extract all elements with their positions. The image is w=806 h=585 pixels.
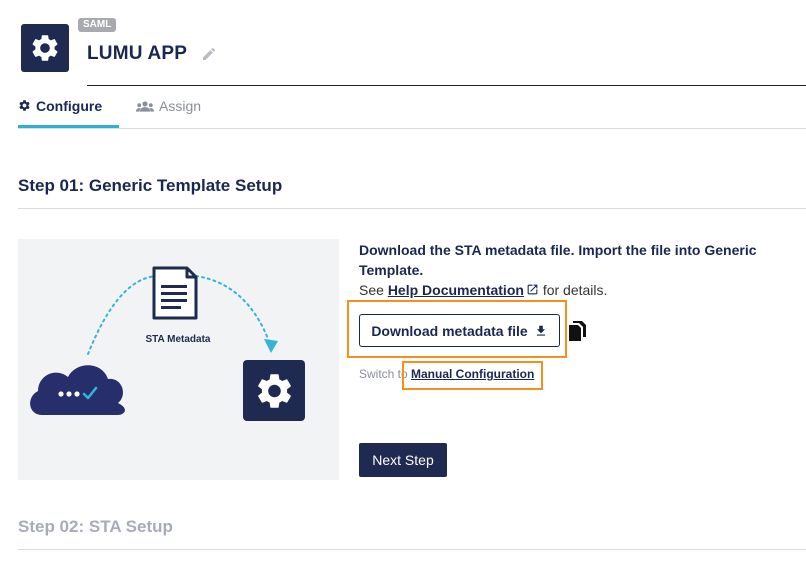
gear-icon [243, 360, 305, 421]
step2-divider [18, 549, 806, 550]
instruction-heading: Download the STA metadata file. Import t… [359, 242, 757, 278]
step1-title: Step 01: Generic Template Setup [18, 176, 283, 195]
external-link-icon[interactable] [526, 283, 539, 296]
help-suffix: for details. [542, 282, 608, 298]
arrow-head-icon [264, 339, 278, 353]
tab-configure-label: Configure [36, 97, 103, 114]
download-metadata-button[interactable]: Download metadata file [359, 314, 560, 347]
document-icon [152, 266, 198, 320]
help-link-label: Help Documentation [387, 282, 524, 298]
tab-bar: Configure Assign [18, 86, 806, 129]
see-prefix: See [359, 282, 384, 298]
instruction-text: Download the STA metadata file. Import t… [359, 240, 789, 300]
step2-title: Step 02: STA Setup [18, 517, 173, 536]
tab-assign-label: Assign [159, 98, 202, 114]
app-title: LUMU APP [87, 43, 188, 64]
illustration-label: STA Metadata [145, 334, 210, 345]
help-line: See Help Documentation for details. [359, 280, 789, 300]
next-step-label: Next Step [372, 452, 434, 468]
gear-icon [32, 35, 58, 61]
app-logo [21, 24, 69, 72]
users-icon [136, 100, 154, 112]
sta-metadata-illustration: STA Metadata [18, 239, 339, 480]
manual-configuration-link[interactable]: Manual Configuration [411, 367, 534, 381]
tab-configure[interactable]: Configure [18, 86, 119, 128]
help-documentation-link[interactable]: Help Documentation [388, 282, 524, 298]
switch-prefix: Switch to [359, 367, 408, 381]
gear-icon [19, 100, 30, 111]
app-header: SAML LUMU APP [21, 18, 806, 86]
tab-assign[interactable]: Assign [136, 86, 201, 126]
saml-badge: SAML [78, 18, 117, 32]
cloud-icon [30, 365, 125, 415]
step1-divider [18, 208, 806, 209]
pencil-icon[interactable] [201, 46, 217, 62]
copy-icon[interactable] [567, 320, 587, 342]
next-step-button[interactable]: Next Step [359, 443, 447, 477]
download-icon [536, 325, 545, 336]
download-button-label: Download metadata file [371, 322, 528, 339]
